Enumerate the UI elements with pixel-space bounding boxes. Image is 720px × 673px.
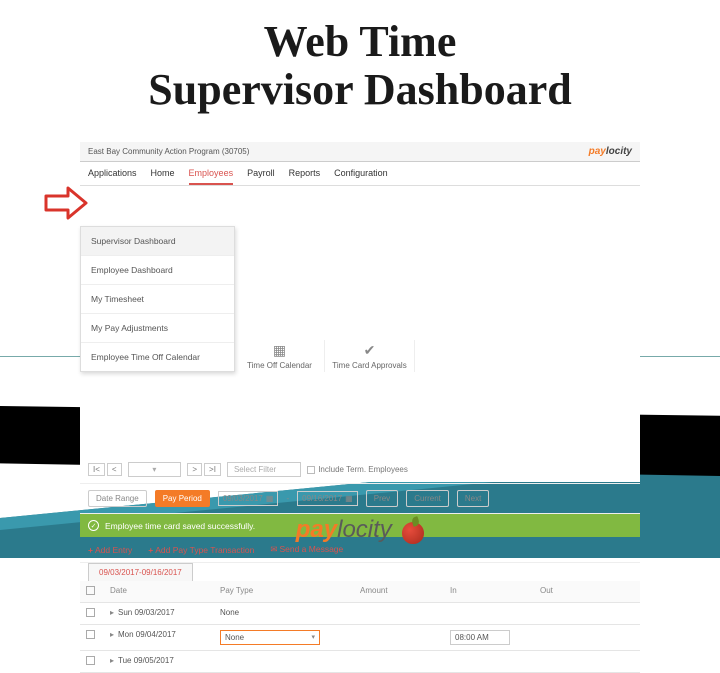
nav-last-button[interactable]: >I (204, 463, 221, 476)
col-out[interactable]: Out (534, 581, 640, 602)
nav-prev-button[interactable]: < (107, 463, 122, 476)
tab-date-range[interactable]: 09/03/2017-09/16/2017 (88, 563, 193, 581)
row-date: ▸Mon 09/04/2017 (104, 625, 214, 650)
col-amount[interactable]: Amount (354, 581, 444, 602)
expand-caret-icon[interactable]: ▸ (110, 608, 114, 617)
end-date-input[interactable]: 09/16/2017▦ (297, 491, 358, 506)
dropdown-my-pay-adjustments[interactable]: My Pay Adjustments (81, 314, 234, 343)
next-period-button[interactable]: Next (457, 490, 489, 507)
nav-reports[interactable]: Reports (289, 168, 321, 185)
date-range-button[interactable]: Date Range (88, 490, 147, 507)
row-out (534, 625, 640, 650)
row-amount (354, 625, 444, 650)
nav-first-button[interactable]: I< (88, 463, 105, 476)
row-in (444, 651, 534, 672)
employee-select[interactable]: ▾ (128, 462, 182, 477)
paytype-select[interactable]: None (220, 630, 320, 645)
calendar-icon: ▦ (345, 494, 353, 503)
row-date: ▸Tue 09/05/2017 (104, 651, 214, 672)
expand-caret-icon[interactable]: ▸ (110, 656, 114, 665)
nav-home[interactable]: Home (151, 168, 175, 185)
dropdown-employee-dashboard[interactable]: Employee Dashboard (81, 256, 234, 285)
timecard-grid: Date Pay Type Amount In Out ▸Sun 09/03/2… (80, 581, 640, 673)
row-checkbox[interactable] (86, 608, 95, 617)
add-paytype-transaction-button[interactable]: +Add Pay Type Transaction (148, 545, 254, 555)
select-all-checkbox[interactable] (86, 586, 95, 595)
grid-header-row: Date Pay Type Amount In Out (80, 581, 640, 603)
col-date[interactable]: Date (104, 581, 214, 602)
company-name: East Bay Community Action Program (30705… (88, 147, 249, 156)
row-out (534, 651, 640, 672)
app-screenshot: East Bay Community Action Program (30705… (80, 142, 640, 482)
row-date: ▸Sun 09/03/2017 (104, 603, 214, 624)
calendar-icon: ▦ (241, 342, 318, 359)
prev-period-button[interactable]: Prev (366, 490, 398, 507)
nav-payroll[interactable]: Payroll (247, 168, 275, 185)
row-paytype (214, 651, 354, 672)
date-range-toolbar: Date Range Pay Period 09/03/2017▦ - 09/1… (80, 484, 640, 514)
apple-icon (402, 522, 424, 544)
calendar-icon: ▦ (266, 494, 274, 503)
row-amount (354, 651, 444, 672)
col-paytype[interactable]: Pay Type (214, 581, 354, 602)
employee-nav-toolbar: I< < ▾ > >I Select Filter Include Term. … (80, 456, 640, 484)
app-header: East Bay Community Action Program (30705… (80, 142, 640, 162)
subnav: ▦ Time Off Calendar ✔ Time Card Approval… (235, 332, 640, 380)
send-message-button[interactable]: ✉Send a Message (270, 544, 343, 555)
expand-caret-icon[interactable]: ▸ (110, 630, 114, 639)
nav-applications[interactable]: Applications (88, 168, 137, 185)
row-checkbox[interactable] (86, 656, 95, 665)
current-period-button[interactable]: Current (406, 490, 449, 507)
brand-logo-small: paylocity (589, 146, 632, 157)
row-in (444, 603, 534, 624)
main-nav: Applications Home Employees Payroll Repo… (80, 162, 640, 186)
table-row: ▸Tue 09/05/2017 (80, 651, 640, 673)
row-out (534, 603, 640, 624)
row-checkbox[interactable] (86, 630, 95, 639)
col-in[interactable]: In (444, 581, 534, 602)
table-row: ▸Sun 09/03/2017 None (80, 603, 640, 625)
subnav-time-card-approvals[interactable]: ✔ Time Card Approvals (325, 340, 415, 372)
start-date-input[interactable]: 09/03/2017▦ (218, 491, 279, 506)
nav-configuration[interactable]: Configuration (334, 168, 388, 185)
timecard-tabs: 09/03/2017-09/16/2017 (80, 563, 640, 581)
row-amount (354, 603, 444, 624)
subnav-time-off-calendar[interactable]: ▦ Time Off Calendar (235, 340, 325, 372)
table-row: ▸Mon 09/04/2017 None 08:00 AM (80, 625, 640, 651)
nav-employees[interactable]: Employees (189, 168, 234, 185)
check-circle-icon: ✔ (331, 342, 408, 359)
dropdown-employee-time-off-calendar[interactable]: Employee Time Off Calendar (81, 343, 234, 371)
in-time-input[interactable]: 08:00 AM (450, 630, 510, 645)
arrow-right-callout-icon (44, 186, 88, 220)
filter-select[interactable]: Select Filter (227, 462, 301, 477)
pay-period-button[interactable]: Pay Period (155, 490, 210, 507)
nav-next-button[interactable]: > (187, 463, 202, 476)
row-paytype: None (214, 603, 354, 624)
add-entry-button[interactable]: +Add Entry (88, 545, 132, 555)
include-term-checkbox[interactable]: Include Term. Employees (307, 465, 408, 474)
employees-dropdown: Supervisor Dashboard Employee Dashboard … (80, 226, 235, 372)
dropdown-supervisor-dashboard[interactable]: Supervisor Dashboard (81, 227, 234, 256)
slide-title: Web Time Supervisor Dashboard (0, 18, 720, 115)
dropdown-my-timesheet[interactable]: My Timesheet (81, 285, 234, 314)
